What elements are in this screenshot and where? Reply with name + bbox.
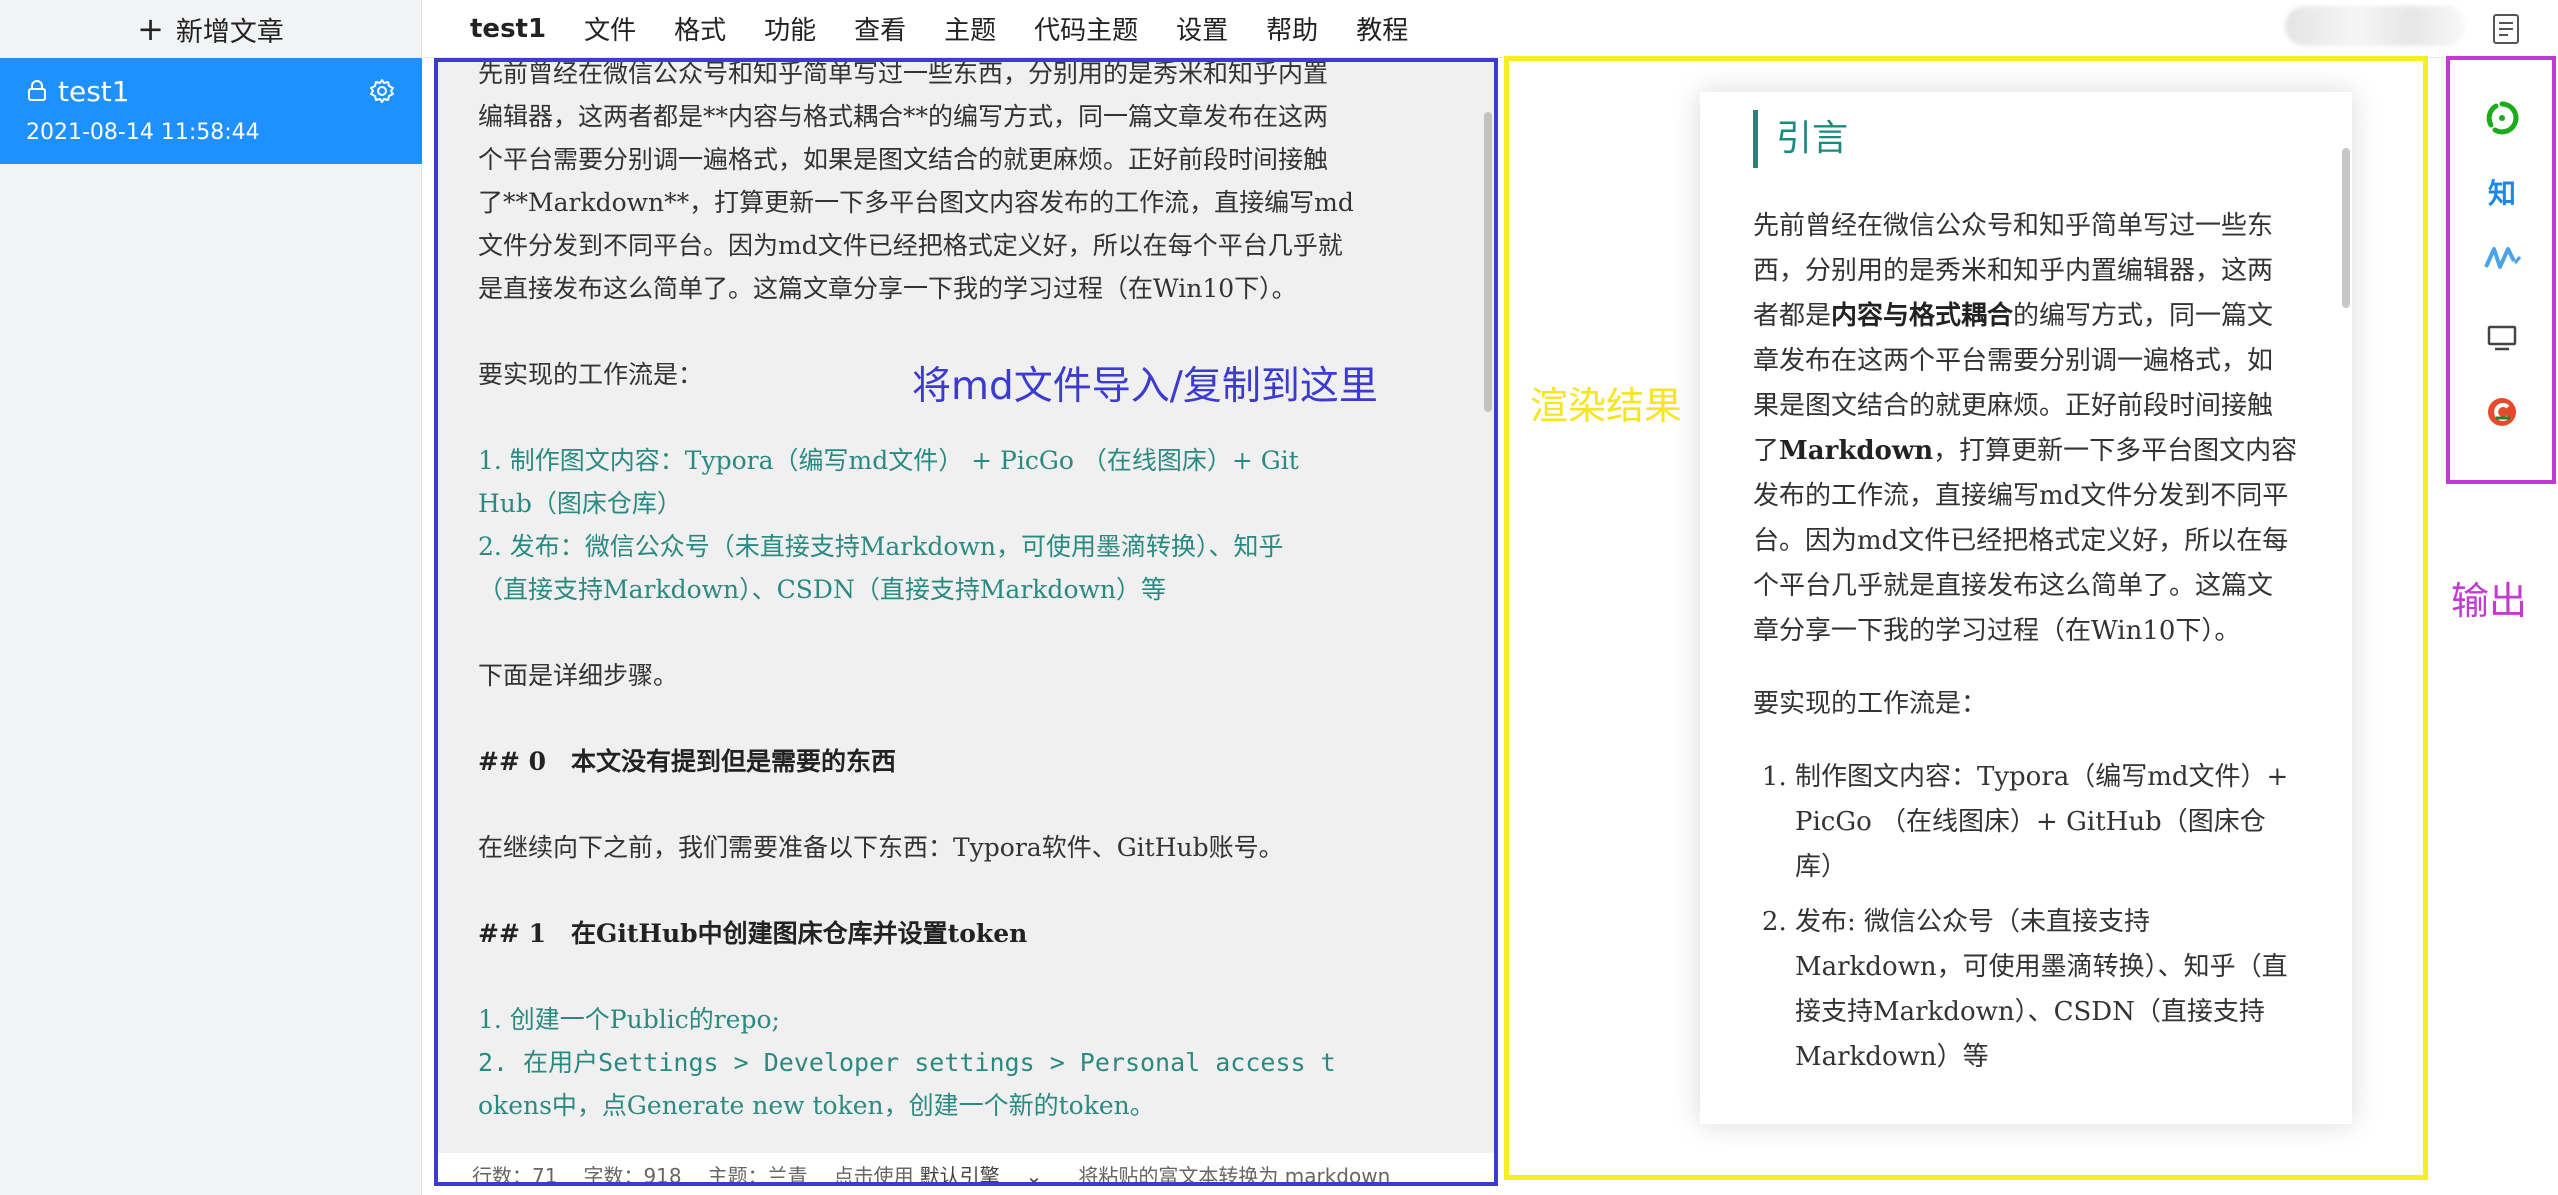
editor-line: 文件分发到不同平台。因为md文件已经把格式定义好，所以在每个平台几乎就 <box>478 231 1343 260</box>
gear-icon[interactable] <box>368 77 396 105</box>
document-icon[interactable] <box>2490 12 2522 46</box>
status-hint: 点击使用 <box>833 1163 914 1188</box>
monitor-icon[interactable] <box>2482 318 2522 358</box>
article-date: 2021-08-14 11:58:44 <box>26 120 260 145</box>
render-annotation-label: 渲染结果 <box>1530 384 1683 428</box>
menu-tutorial[interactable]: 教程 <box>1356 10 1408 47</box>
preview-scrollbar[interactable] <box>2342 148 2350 308</box>
editor-annotation-label: 将md文件导入/复制到这里 <box>912 364 1378 409</box>
editor-heading: ## 0 本文没有提到但是需要的东西 <box>478 747 896 776</box>
editor-line: 先前曾经在微信公众号和知乎简单写过一些东西，分别用的是秀米和知乎内置 <box>478 59 1329 88</box>
article-list-item[interactable]: test1 2021-08-14 11:58:44 <box>0 58 422 164</box>
editor-line: 在继续向下之前，我们需要准备以下东西：Typora软件、GitHub账号。 <box>478 833 1284 862</box>
preview-list: 制作图文内容：Typora（编写md文件）+ PicGo （在线图床）+ Git… <box>1753 755 2298 1080</box>
editor-line: 2. 在用户Settings > Developer settings > Pe… <box>478 1048 1336 1077</box>
editor-line: 编辑器，这两者都是**内容与格式耦合**的编写方式，同一篇文章发布在这两 <box>478 102 1329 131</box>
preview-list-item: 发布: 微信公众号（未直接支持Markdown，可使用墨滴转换）、知乎（直接支持… <box>1795 900 2298 1080</box>
engine-label: 默认引擎 <box>919 1163 1000 1188</box>
status-char-count: 字数：918 <box>583 1163 682 1188</box>
editor-line: （直接支持Markdown）、CSDN（直接支持Markdown）等 <box>478 575 1166 604</box>
preview-paragraph: 要实现的工作流是： <box>1753 689 1988 719</box>
menu-view[interactable]: 查看 <box>854 10 906 47</box>
menu-settings[interactable]: 设置 <box>1176 10 1228 47</box>
menubar: test1 文件 格式 功能 查看 主题 代码主题 设置 帮助 教程 <box>422 0 2558 58</box>
menu-help[interactable]: 帮助 <box>1266 10 1318 47</box>
menu-format[interactable]: 格式 <box>674 10 726 47</box>
menu-file[interactable]: 文件 <box>584 10 636 47</box>
editor-line: okens中，点Generate new token，创建一个新的token。 <box>478 1091 1155 1120</box>
menu-features[interactable]: 功能 <box>764 10 816 47</box>
csdn-icon[interactable] <box>2482 392 2522 432</box>
status-convert[interactable]: 将粘贴的富文本转换为 markdown <box>1078 1160 1390 1189</box>
render-preview: 引言 先前曾经在微信公众号和知乎简单写过一些东西，分别用的是秀米和知乎内置编辑器… <box>1700 92 2352 1124</box>
preview-bold: 内容与格式耦合 <box>1831 301 2014 331</box>
menu-theme[interactable]: 主题 <box>944 10 996 47</box>
preview-bold: Markdown <box>1779 436 1934 466</box>
wechat-icon[interactable] <box>2482 98 2522 138</box>
article-title: test1 <box>58 74 130 108</box>
markdown-editor[interactable]: 先前曾经在微信公众号和知乎简单写过一些东西，分别用的是秀米和知乎内置 编辑器，这… <box>436 58 1496 1153</box>
preview-heading: 引言 <box>1753 110 2298 168</box>
engine-select[interactable]: 默认引擎 ⌄ <box>920 1160 1069 1189</box>
zhihu-icon[interactable]: 知 <box>2482 172 2522 212</box>
zhihu-glyph: 知 <box>2487 177 2516 210</box>
blurred-avatar <box>2285 6 2465 46</box>
status-bar: 行数：71 字数：918 主题：兰青 点击使用 默认引擎 ⌄ 将粘贴的富文本转换为… <box>436 1153 1496 1195</box>
editor-line: 1. 创建一个Public的repo; <box>478 1005 780 1034</box>
lock-icon <box>28 80 46 101</box>
editor-scrollbar[interactable] <box>1484 112 1492 412</box>
menu-doc-name[interactable]: test1 <box>470 14 546 44</box>
editor-line: 1. 制作图文内容：Typora（编写md文件） + PicGo （在线图床）+… <box>478 446 1299 475</box>
article-sidebar: + 新增文章 test1 2021-08-14 11:58:44 <box>0 0 422 1195</box>
editor-content[interactable]: 先前曾经在微信公众号和知乎简单写过一些东西，分别用的是秀米和知乎内置 编辑器，这… <box>478 58 1448 1127</box>
editor-line: 是直接发布这么简单了。这篇文章分享一下我的学习过程（在Win10下）。 <box>478 274 1297 303</box>
editor-line: 了**Markdown**，打算更新一下多平台图文内容发布的工作流，直接编写md <box>478 188 1354 217</box>
output-annotation-label: 输出 <box>2451 579 2528 623</box>
editor-line: Hub（图床仓库） <box>478 489 682 518</box>
status-theme: 主题：兰青 <box>707 1163 808 1188</box>
juejin-icon[interactable] <box>2482 238 2522 278</box>
menu-code-theme[interactable]: 代码主题 <box>1034 10 1138 47</box>
preview-list-item: 制作图文内容：Typora（编写md文件）+ PicGo （在线图床）+ Git… <box>1795 755 2298 890</box>
preview-paragraph: 先前曾经在微信公众号和知乎简单写过一些东西，分别用的是秀米和知乎内置编辑器，这两… <box>1753 204 2298 654</box>
preview-content: 引言 先前曾经在微信公众号和知乎简单写过一些东西，分别用的是秀米和知乎内置编辑器… <box>1753 110 2298 1090</box>
editor-line: 2. 发布：微信公众号（未直接支持Markdown，可使用墨滴转换）、知乎 <box>478 532 1284 561</box>
chevron-down-icon: ⌄ <box>1025 1163 1043 1188</box>
status-line-count: 行数：71 <box>472 1163 558 1188</box>
add-article-button[interactable]: + 新增文章 <box>0 0 421 58</box>
preview-text: ，打算更新一下多平台图文内容发布的工作流，直接编写md文件分发到不同平台。因为m… <box>1753 436 2298 646</box>
editor-heading: ## 1 在GitHub中创建图床仓库并设置token <box>478 919 1028 948</box>
add-article-label: 新增文章 <box>175 16 284 48</box>
editor-line: 个平台需要分别调一遍格式，如果是图文结合的就更麻烦。正好前段时间接触 <box>478 145 1329 174</box>
editor-line: 下面是详细步骤。 <box>478 661 679 690</box>
plus-icon: + <box>137 10 164 48</box>
